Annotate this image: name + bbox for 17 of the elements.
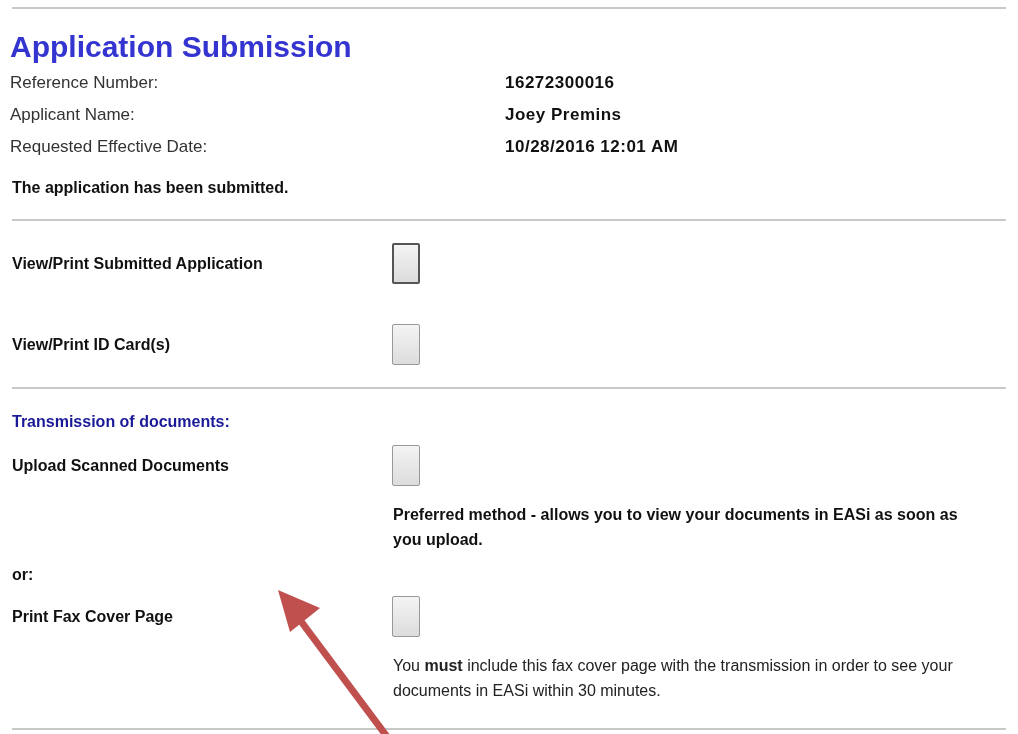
field-label: Applicant Name: (10, 104, 135, 126)
field-label: Requested Effective Date: (10, 136, 208, 158)
option-label: Upload Scanned Documents (12, 456, 230, 475)
option-note: Preferred method - allows you to view your documents in EASi as soon as you upload. (393, 505, 959, 550)
page-title: Application Submission (10, 29, 353, 65)
or-label: or: (12, 566, 34, 584)
option-note: You must include this fax cover page with the transmission in order to see your documents in EASi within 30 minutes. (393, 656, 954, 701)
option-label: Print Fax Cover Page (12, 607, 174, 626)
blank-button[interactable] (392, 243, 420, 284)
field-value: 10/28/2016 12:01 AM (505, 136, 679, 158)
section-heading: Transmission of documents: (12, 413, 230, 431)
status-message: The application has been submitted. (12, 179, 289, 196)
action-label: View/Print Submitted Application (12, 254, 264, 273)
field-value: 16272300016 (505, 72, 615, 94)
action-label: View/Print ID Card(s) (12, 335, 171, 354)
field-label: Reference Number: (10, 72, 159, 94)
field-value: Joey Premins (505, 104, 622, 126)
